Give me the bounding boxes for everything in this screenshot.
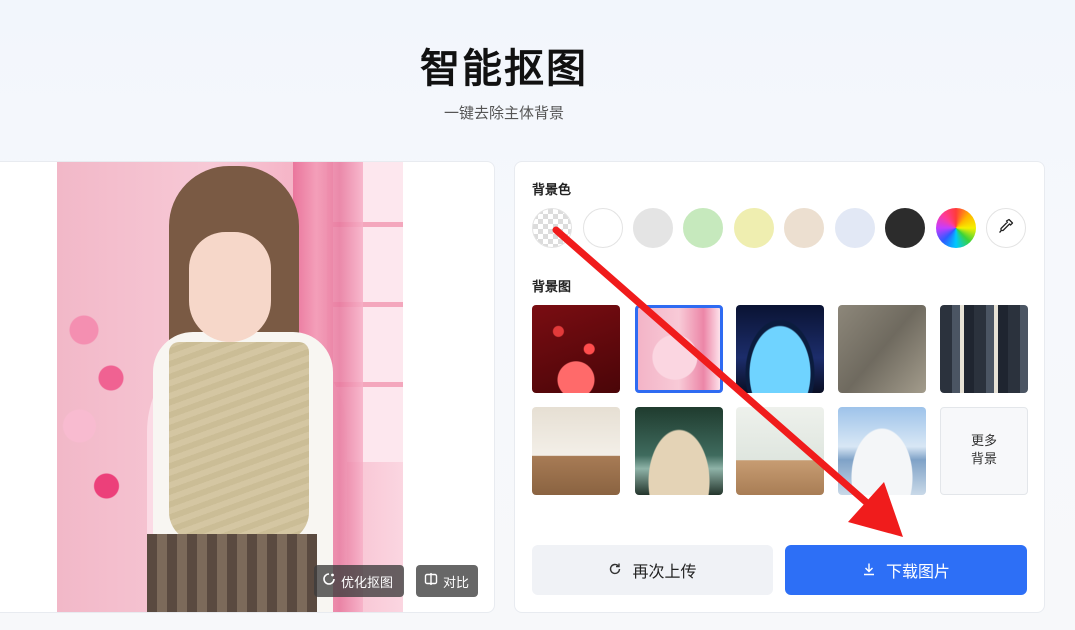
bg-thumb-blue-stage[interactable] — [736, 305, 824, 393]
more-backgrounds-button[interactable]: 更多 背景 — [940, 407, 1028, 495]
preview-card: 优化抠图 对比 — [0, 161, 495, 613]
download-label: 下载图片 — [885, 562, 950, 581]
refresh-icon — [608, 561, 622, 580]
swatch-light-blue[interactable] — [835, 208, 875, 248]
refine-icon — [322, 572, 336, 590]
compare-button[interactable]: 对比 — [416, 565, 478, 597]
bg-thumb-red-hearts[interactable] — [532, 305, 620, 393]
bg-thumb-lake-mountains[interactable] — [838, 407, 926, 495]
eyedropper-icon — [998, 218, 1014, 238]
page-title: 智能抠图 — [420, 46, 588, 92]
reupload-button[interactable]: 再次上传 — [532, 545, 773, 595]
more-line-2: 背景 — [970, 452, 997, 467]
swatch-gray[interactable] — [633, 208, 673, 248]
reupload-label: 再次上传 — [632, 562, 697, 581]
compare-label: 对比 — [443, 575, 470, 591]
bg-image-label: 背景图 — [532, 280, 572, 295]
swatch-yellow[interactable] — [734, 208, 774, 248]
optimize-cutout-label: 优化抠图 — [341, 575, 394, 591]
swatch-green[interactable] — [683, 208, 723, 248]
download-button[interactable]: 下载图片 — [785, 545, 1027, 595]
swatch-white[interactable] — [583, 208, 623, 248]
bg-thumb-forest[interactable] — [635, 407, 723, 495]
bg-color-label: 背景色 — [532, 183, 572, 198]
bg-thumb-bright-room[interactable] — [736, 407, 824, 495]
download-icon — [862, 561, 876, 580]
background-panel: 背景色 背景图 更多 背景 再次上传 下载图片 — [514, 161, 1045, 613]
swatch-custom-color[interactable] — [936, 208, 976, 248]
optimize-cutout-button[interactable]: 优化抠图 — [314, 565, 404, 597]
bg-thumb-gray-wall[interactable] — [838, 305, 926, 393]
eyedropper-button[interactable] — [986, 208, 1026, 248]
swatch-black[interactable] — [885, 208, 925, 248]
page-subtitle: 一键去除主体背景 — [443, 104, 564, 122]
more-line-1: 更多 — [970, 434, 997, 449]
result-image — [57, 162, 403, 612]
swatch-beige[interactable] — [784, 208, 824, 248]
compare-icon — [424, 572, 438, 590]
bg-thumb-dark-stripes[interactable] — [940, 305, 1028, 393]
bg-thumb-wood-table[interactable] — [532, 407, 620, 495]
bg-thumb-pink-room[interactable] — [635, 305, 723, 393]
swatch-transparent[interactable] — [532, 208, 572, 248]
